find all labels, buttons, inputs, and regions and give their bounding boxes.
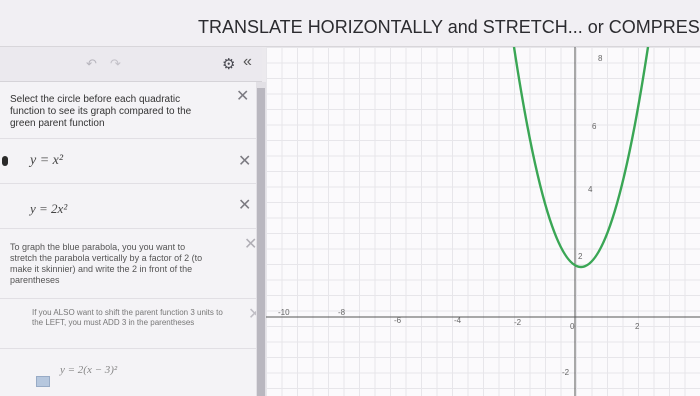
note-text: If you ALSO want to shift the parent fun… (32, 308, 223, 327)
delete-icon[interactable]: ✕ (238, 195, 251, 215)
redo-icon[interactable]: ↷ (110, 56, 121, 72)
y-tick-label: 6 (592, 122, 597, 131)
collapse-panel-button[interactable]: « (243, 53, 252, 71)
expression-row-note-1[interactable]: Select the circle before each quadratic … (0, 82, 256, 139)
equation-text: y = 2x² (30, 201, 68, 216)
x-tick-label: 2 (635, 322, 640, 331)
expression-row-note-2[interactable]: To graph the blue parabola, you you want… (0, 228, 257, 299)
title-bar: TRANSLATE HORIZONTALLY and STRETCH... or… (0, 0, 700, 47)
y-tick-label: -2 (562, 368, 570, 377)
expression-row-stretch[interactable]: y = 2x² ✕ (0, 183, 256, 229)
x-tick-label: -4 (454, 316, 462, 325)
delete-icon[interactable]: ✕ (236, 86, 249, 106)
x-tick-label: -8 (338, 308, 346, 317)
y-tick-label: 2 (578, 252, 583, 261)
note-text: Select the circle before each quadratic … (10, 94, 192, 129)
expression-row-note-3[interactable]: If you ALSO want to shift the parent fun… (0, 298, 261, 349)
equation-text: y = x² (30, 153, 64, 168)
scrollbar-thumb[interactable] (257, 88, 265, 396)
x-tick-label: 0 (570, 322, 575, 331)
expression-row-translate[interactable]: y = 2(x − 3)² (0, 348, 256, 396)
y-tick-label: 4 (588, 185, 593, 194)
expression-icon[interactable] (36, 376, 50, 387)
graph-overlay: -10 -8 -6 -4 -2 0 2 8 6 4 2 -2 (266, 47, 700, 396)
x-tick-label: -2 (514, 318, 522, 327)
page-title: TRANSLATE HORIZONTALLY and STRETCH... or… (198, 17, 700, 37)
graph-toggle-circle[interactable] (2, 156, 8, 166)
gear-icon[interactable]: ⚙ (222, 55, 235, 73)
x-tick-label: -10 (278, 308, 290, 317)
delete-icon[interactable]: ✕ (238, 151, 251, 171)
y-tick-label: 8 (598, 54, 603, 63)
x-tick-label: -6 (394, 316, 402, 325)
undo-icon[interactable]: ↶ (86, 56, 97, 72)
note-text: To graph the blue parabola, you you want… (10, 242, 203, 285)
expression-row-parent[interactable]: y = x² ✕ (0, 138, 256, 184)
parent-parabola[interactable] (512, 47, 650, 269)
equation-text: y = 2(x − 3)² (60, 364, 118, 376)
